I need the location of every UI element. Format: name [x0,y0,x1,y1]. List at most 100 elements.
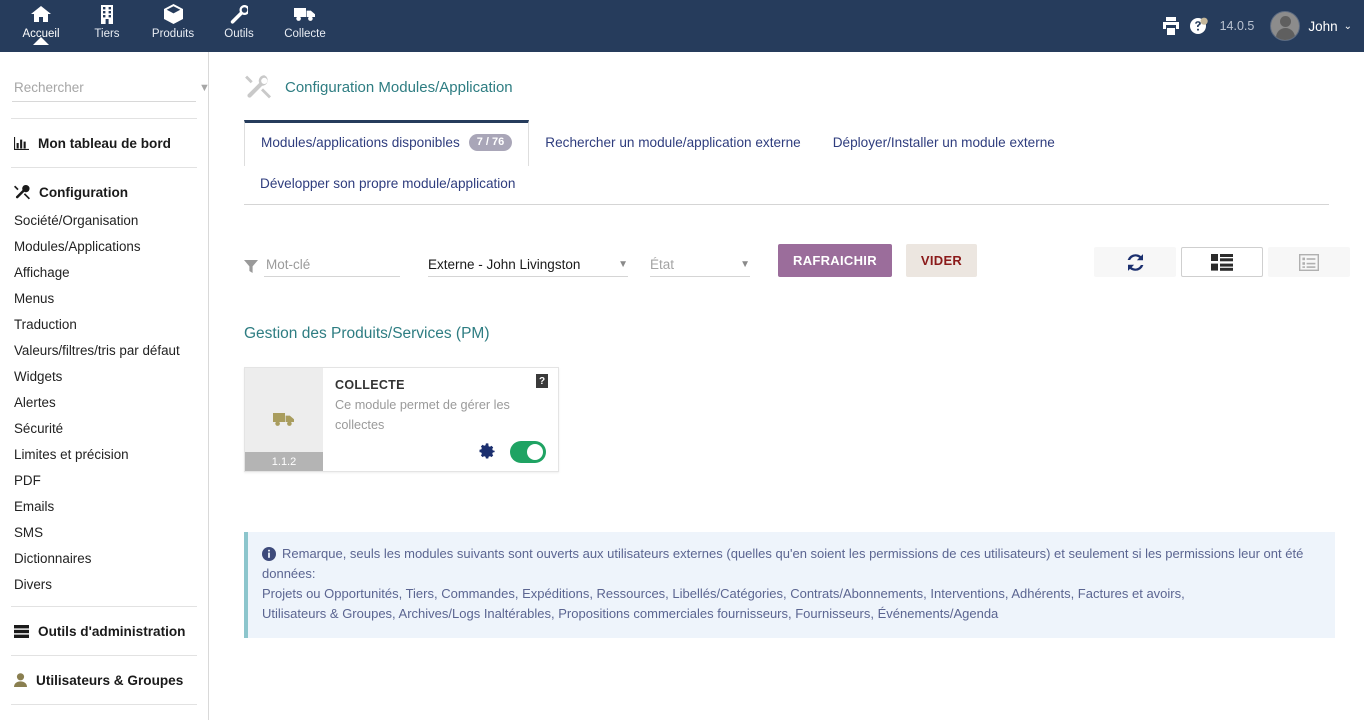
sidebar-item-configuration[interactable]: Configuration [0,177,208,207]
filter-toolbar: Externe - John Livingston ▼ État ▼ RAFRA… [244,235,1364,277]
search-input[interactable] [12,79,193,96]
clear-button[interactable]: VIDER [905,244,978,277]
chevron-down-icon: ⌄ [1343,20,1352,32]
module-description: Ce module permet de gérer les collectes [335,398,510,432]
view-controls [1094,247,1350,277]
sidebar-label: Alertes [14,394,56,410]
tab-deployer-installer-module[interactable]: Déployer/Installer un module externe [817,120,1071,165]
tab-bar: Modules/applications disponibles 7 / 76 … [244,120,1329,205]
sidebar-label: Affichage [14,264,70,280]
sidebar-label: Limites et précision [14,446,129,462]
sidebar-item-dictionnaires[interactable]: Dictionnaires [0,545,208,571]
module-enable-toggle[interactable] [510,441,546,463]
main-navigation: Accueil Tiers Produits Outils Collecte [0,0,338,52]
sidebar-item-affichage[interactable]: Affichage [0,259,208,285]
main-content: Configuration Modules/Application Module… [209,52,1364,720]
page-header: Configuration Modules/Application [209,52,1364,100]
tab-rechercher-module-externe[interactable]: Rechercher un module/application externe [529,120,816,165]
chevron-down-icon[interactable]: ▼ [193,82,208,94]
sidebar-label-configuration: Configuration [39,184,129,200]
refresh-button[interactable]: RAFRAICHIR [778,244,892,277]
gear-icon[interactable] [477,442,496,462]
divider [11,118,197,119]
nav-item-accueil[interactable]: Accueil [8,0,74,41]
avatar [1270,11,1301,41]
sidebar-label-admin-tools: Outils d'administration [38,623,186,639]
grid-view-button[interactable] [1181,247,1263,277]
sidebar-search[interactable]: ▼ [12,74,208,102]
list-view-button[interactable] [1268,247,1350,277]
divider [11,167,197,168]
sidebar-item-valeurs-defaut[interactable]: Valeurs/filtres/tris par défaut [0,337,208,363]
truck-icon [294,4,316,24]
sidebar-item-alertes[interactable]: Alertes [0,389,208,415]
module-card-list: 1.1.2 ? COLLECTE Ce module permet de gér… [244,367,1364,472]
tab-badge-count: 7 / 76 [468,134,513,151]
divider [11,606,197,607]
user-menu[interactable]: John ⌄ [1270,11,1352,41]
user-select[interactable]: Externe - John Livingston ▼ [428,253,628,277]
module-card-icon-panel: 1.1.2 [245,368,323,471]
sidebar-item-menus[interactable]: Menus [0,285,208,311]
sidebar-item-emails[interactable]: Emails [0,493,208,519]
nav-item-produits[interactable]: Produits [140,0,206,41]
keyword-filter-field[interactable] [264,253,400,277]
sidebar-item-users-groups[interactable]: Utilisateurs & Groupes [0,665,208,695]
keyword-input[interactable] [264,256,400,273]
module-name: COLLECTE [335,378,405,392]
sidebar-label: Société/Organisation [14,212,139,228]
reload-button[interactable] [1094,247,1176,277]
toggle-knob [527,444,543,460]
sidebar-label: Menus [14,290,55,306]
nav-label-outils: Outils [224,28,254,40]
module-version: 1.1.2 [245,452,323,471]
sidebar-label: PDF [14,472,41,488]
tab-modules-disponibles[interactable]: Modules/applications disponibles 7 / 76 [244,120,530,166]
sidebar-item-dashboard[interactable]: Mon tableau de bord [0,128,208,158]
nav-item-collecte[interactable]: Collecte [272,0,338,41]
sidebar-item-divers[interactable]: Divers [0,571,208,597]
nav-label-produits: Produits [151,28,195,40]
wrench-screwdriver-icon [245,74,271,100]
help-badge-icon[interactable]: ? [536,374,548,388]
sidebar-item-societe[interactable]: Société/Organisation [0,207,208,233]
sidebar-item-admin-tools[interactable]: Outils d'administration [0,616,208,646]
nav-item-outils[interactable]: Outils [206,0,272,41]
sidebar-item-traduction[interactable]: Traduction [0,311,208,337]
module-section-title: Gestion des Produits/Services (PM) [244,325,490,342]
tab-label: Développer son propre module/application [260,176,516,191]
user-name: John [1308,18,1338,34]
sidebar-item-modules[interactable]: Modules/Applications [0,233,208,259]
sidebar-label: Valeurs/filtres/tris par défaut [14,342,180,358]
divider [11,704,197,705]
sidebar-item-widgets[interactable]: Widgets [0,363,208,389]
state-select[interactable]: État ▼ [650,253,750,277]
tab-label: Modules/applications disponibles [261,135,460,150]
user-select-value: Externe - John Livingston [428,257,581,272]
tab-label: Rechercher un module/application externe [545,135,801,150]
sidebar-label: Traduction [14,316,77,332]
sidebar-item-pdf[interactable]: PDF [0,467,208,493]
sidebar-label: Divers [14,576,52,592]
nav-item-tiers[interactable]: Tiers [74,0,140,41]
sidebar-label-users-groups: Utilisateurs & Groupes [36,672,184,688]
tab-developper-module[interactable]: Développer son propre module/application [244,165,531,204]
nav-label-accueil: Accueil [22,28,60,40]
sidebar: ▼ Mon tableau de bord Configuration Soci… [0,52,209,720]
sidebar-label: Dictionnaires [14,550,92,566]
external-users-notice: Remarque, seuls les modules suivants son… [244,532,1335,638]
sidebar-label: Sécurité [14,420,64,436]
help-icon[interactable] [1189,17,1208,35]
sidebar-item-sms[interactable]: SMS [0,519,208,545]
filter-icon [244,260,258,277]
sidebar-label: Emails [14,498,55,514]
sidebar-item-securite[interactable]: Sécurité [0,415,208,441]
divider [11,655,197,656]
module-card-collecte[interactable]: 1.1.2 ? COLLECTE Ce module permet de gér… [244,367,559,472]
sidebar-label: SMS [14,524,44,540]
info-icon [262,547,276,561]
sidebar-item-limites[interactable]: Limites et précision [0,441,208,467]
printer-icon[interactable] [1162,17,1180,35]
module-card-body: ? COLLECTE Ce module permet de gérer les… [323,368,558,471]
grid-view-icon [1211,253,1233,271]
